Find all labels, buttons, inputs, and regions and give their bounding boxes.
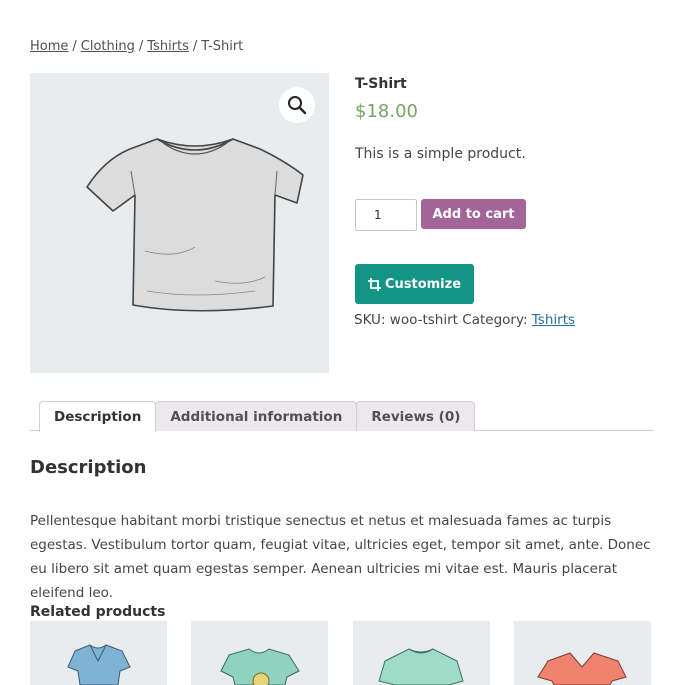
product-tabs: Description Additional information Revie…: [39, 401, 476, 432]
breadcrumb-home-link[interactable]: Home: [30, 39, 68, 54]
tab-reviews[interactable]: Reviews (0): [356, 401, 476, 431]
tab-description[interactable]: Description: [39, 401, 157, 432]
related-product-item[interactable]: [30, 621, 167, 685]
breadcrumb-tshirts-link[interactable]: Tshirts: [147, 39, 189, 54]
quantity-input[interactable]: [355, 199, 417, 231]
related-product-item[interactable]: [514, 621, 651, 685]
category-link[interactable]: Tshirts: [532, 312, 575, 328]
related-product-item[interactable]: [191, 621, 328, 685]
crop-icon: [367, 277, 381, 291]
related-product-image[interactable]: [514, 621, 651, 685]
product-title: T-Shirt: [355, 76, 407, 92]
product-summary: T-Shirt $18.00 This is a simple product.: [355, 76, 655, 162]
product-price: $18.00: [355, 101, 418, 122]
category-label: Category:: [462, 312, 528, 328]
breadcrumb-current: T-Shirt: [201, 39, 244, 54]
breadcrumb-separator: /: [72, 39, 77, 54]
sku-value: woo-tshirt: [389, 312, 458, 328]
breadcrumb-separator: /: [138, 39, 144, 54]
breadcrumb: Home / Clothing / Tshirts / T-Shirt: [30, 39, 243, 54]
magnifier-icon: [288, 96, 307, 115]
related-product-item[interactable]: [353, 621, 490, 685]
add-to-cart-form: Add to cart: [355, 199, 526, 231]
related-product-image[interactable]: [30, 621, 167, 685]
breadcrumb-separator: /: [192, 39, 198, 54]
add-to-cart-button[interactable]: Add to cart: [421, 199, 526, 229]
tab-additional-information[interactable]: Additional information: [155, 401, 358, 431]
description-heading: Description: [30, 457, 147, 478]
related-products-heading: Related products: [30, 604, 166, 620]
sku-label: SKU:: [354, 312, 386, 328]
customize-button[interactable]: Customize: [355, 264, 474, 304]
zoom-button[interactable]: [279, 87, 315, 123]
breadcrumb-clothing-link[interactable]: Clothing: [81, 39, 135, 54]
related-product-image[interactable]: [353, 621, 490, 685]
product-short-description: This is a simple product.: [355, 146, 526, 162]
description-body: Pellentesque habitant morbi tristique se…: [30, 513, 651, 601]
product-meta: SKU: woo-tshirt Category: Tshirts: [354, 312, 575, 328]
customize-label: Customize: [384, 276, 462, 292]
related-product-image[interactable]: [191, 621, 328, 685]
product-gallery[interactable]: [30, 73, 329, 373]
product-image[interactable]: [85, 131, 305, 316]
